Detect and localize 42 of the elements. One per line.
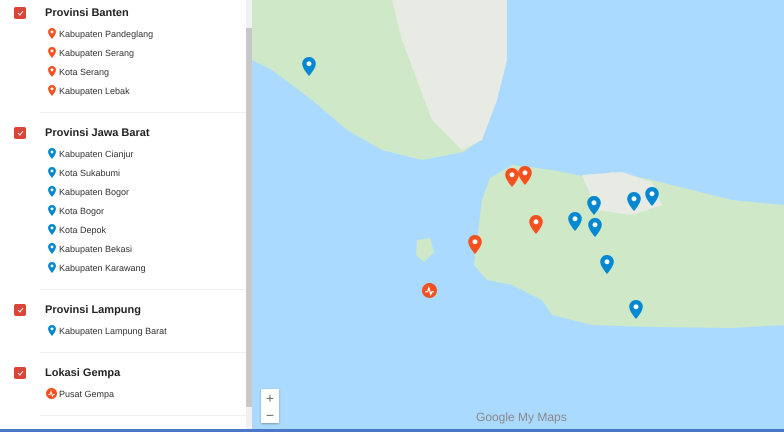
layer-title: Provinsi Banten [45,7,129,19]
checkbox[interactable] [14,7,26,19]
checkmark-icon [16,10,24,16]
checkbox[interactable] [14,304,26,316]
map-marker[interactable] [600,255,614,274]
checkmark-icon [16,370,24,376]
map-marker[interactable] [568,212,582,231]
layer-item[interactable]: Kota Serang [40,62,246,81]
layer-item[interactable]: Kota Depok [40,220,246,239]
map-marker[interactable] [505,168,519,187]
scrollbar-thumb[interactable] [246,28,252,407]
earthquake-marker[interactable] [422,283,437,298]
map-marker[interactable] [529,215,543,234]
layer-item[interactable]: Kota Bogor [40,201,246,220]
layer-title: Provinsi Lampung [45,304,141,316]
layer-item[interactable]: Kabupaten Lampung Barat [40,321,246,340]
layer-item[interactable]: Kabupaten Lebak [40,81,246,100]
checkmark-icon [16,307,24,313]
checkbox[interactable] [14,127,26,139]
map-marker[interactable] [627,192,641,211]
map-logo: Google My Maps [476,410,567,424]
map-marker[interactable] [518,166,532,185]
map-marker[interactable] [587,196,601,215]
layer-item[interactable]: Pusat Gempa [40,384,246,403]
checkbox[interactable] [14,367,26,379]
checkmark-icon [16,130,24,136]
map-marker[interactable] [468,235,482,254]
layer-title: Lokasi Gempa [45,367,120,379]
map-marker[interactable] [588,218,602,237]
zoom-in-button[interactable]: + [261,389,279,406]
layer-item[interactable]: Kabupaten Bekasi [40,239,246,258]
layer-item[interactable]: Kabupaten Serang [40,43,246,62]
map-marker[interactable] [302,57,316,76]
layer-title: Provinsi Jawa Barat [45,127,150,139]
layer-item[interactable]: Kota Sukabumi [40,163,246,182]
layer-item[interactable]: Kabupaten Pandeglang [40,24,246,43]
zoom-out-button[interactable]: − [261,406,279,423]
layer-item[interactable]: Kabupaten Bogor [40,182,246,201]
map-marker[interactable] [645,187,659,206]
layer-item[interactable]: Kabupaten Cianjur [40,144,246,163]
layer-item[interactable]: Kabupaten Karawang [40,258,246,277]
map-marker[interactable] [629,300,643,319]
